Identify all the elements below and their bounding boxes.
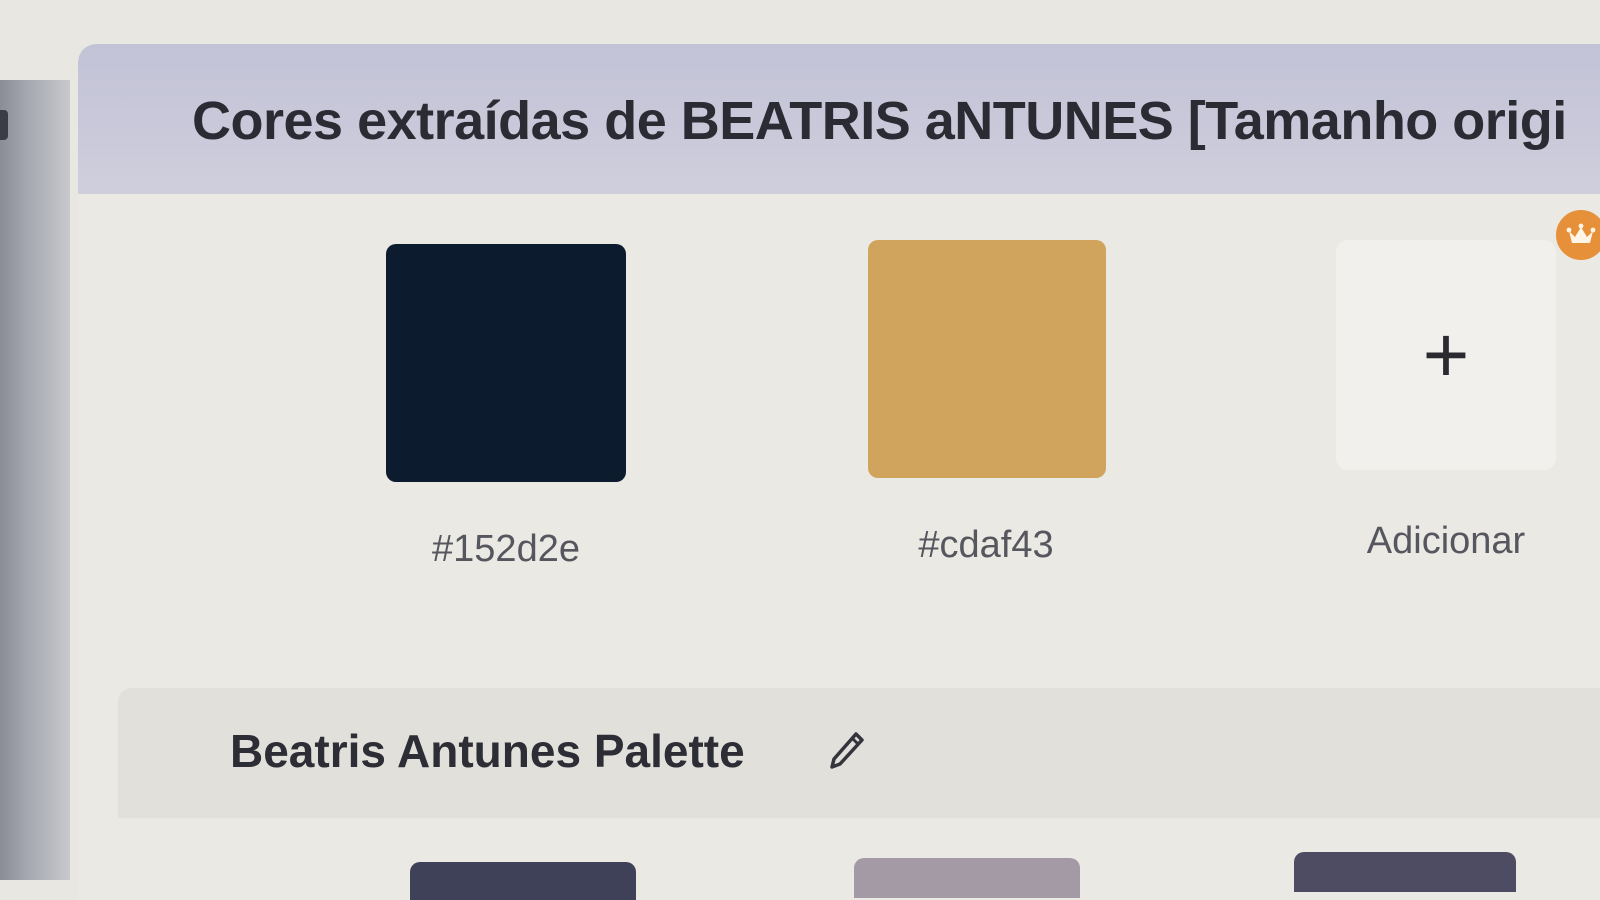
palette-color-swatch[interactable] (410, 862, 636, 900)
swatch-hex-label: #cdaf43 (918, 524, 1054, 566)
panel-title: Cores extraídas de BEATRIS aNTUNES [Tama… (192, 91, 1567, 151)
left-sidebar (0, 80, 70, 880)
color-swatch[interactable] (386, 244, 626, 482)
sidebar-scroll-handle[interactable] (0, 110, 8, 140)
crown-icon (1556, 210, 1600, 260)
color-swatch[interactable] (868, 240, 1106, 478)
palette-header: Beatris Antunes Palette (118, 688, 1600, 818)
add-color-button[interactable]: + (1336, 240, 1556, 470)
crown-icon-graphic (1566, 223, 1596, 243)
plus-icon: + (1422, 310, 1470, 399)
palette-name[interactable]: Beatris Antunes Palette (230, 724, 745, 778)
pencil-icon[interactable] (826, 730, 866, 772)
swatch-hex-label: #152d2e (432, 528, 580, 570)
panel-header: Cores extraídas de BEATRIS aNTUNES [Tama… (78, 44, 1600, 194)
palette-color-swatch[interactable] (1294, 852, 1516, 892)
palette-color-swatch[interactable] (854, 858, 1080, 898)
add-color-label[interactable]: Adicionar (1326, 520, 1566, 563)
extracted-colors-panel: Cores extraídas de BEATRIS aNTUNES [Tama… (78, 44, 1600, 900)
